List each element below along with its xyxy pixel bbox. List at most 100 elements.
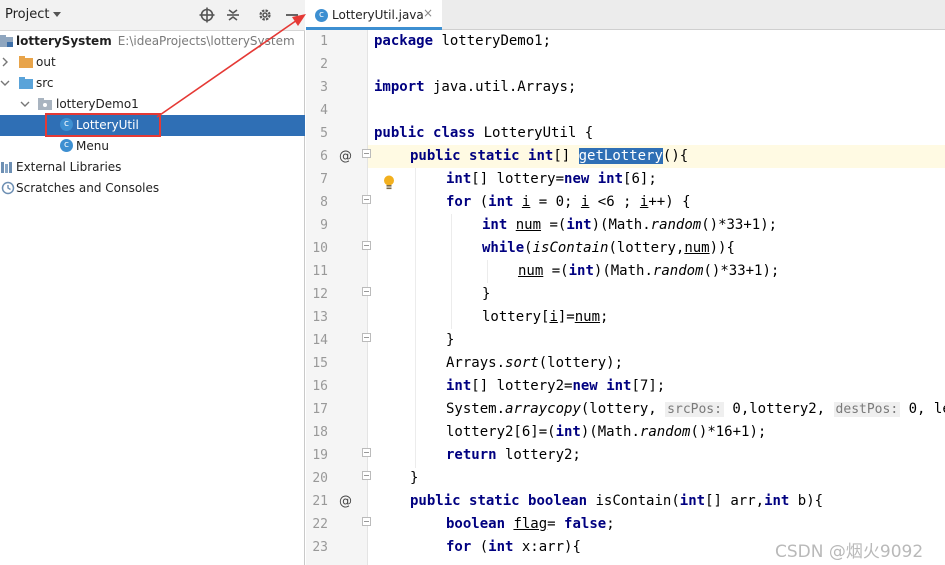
indent-guide (451, 214, 452, 329)
fold-icon[interactable] (362, 195, 371, 204)
line-number: 15 (312, 356, 328, 371)
tree-item-label: lotteryDemo1 (56, 97, 139, 111)
line-number: 21 (312, 494, 328, 509)
line-number: 9 (320, 218, 328, 233)
fold-icon[interactable] (362, 471, 371, 480)
package-icon (38, 98, 52, 110)
fold-icon[interactable] (362, 241, 371, 250)
code-editor: c LotteryUtil.java × 1 2 3 4 5 6 7 8 9 10 11 12 13 14… (306, 0, 945, 565)
override-marker-icon[interactable]: @ (339, 145, 352, 168)
project-header: Project (0, 0, 305, 31)
java-class-icon: c (315, 9, 328, 22)
chevron-down-icon[interactable] (0, 78, 10, 88)
line-number: 22 (312, 517, 328, 532)
code-line-12[interactable]: } (482, 283, 945, 306)
tree-item-label: Scratches and Consoles (16, 181, 160, 195)
code-line-21[interactable]: public static boolean isContain(int[] ar… (410, 490, 945, 513)
tab-label: LotteryUtil.java (332, 8, 424, 22)
line-number: 19 (312, 448, 328, 463)
line-number: 4 (320, 103, 328, 118)
tree-item-menu[interactable]: c Menu (0, 136, 305, 157)
tree-item-label: External Libraries (16, 160, 122, 174)
line-number: 17 (312, 402, 328, 417)
code-line-19[interactable]: return lottery2; (446, 444, 945, 467)
tree-item-lotteryutil[interactable]: c LotteryUtil (0, 115, 305, 136)
scratches-icon (1, 181, 15, 195)
line-number: 11 (312, 264, 328, 279)
line-number: 23 (312, 540, 328, 555)
line-number: 3 (320, 80, 328, 95)
tree-item-label: LotteryUtil (76, 118, 139, 132)
minimize-icon[interactable] (284, 7, 300, 23)
code-line-15[interactable]: Arrays.sort(lottery); (446, 352, 945, 375)
indent-guide (415, 168, 416, 468)
tree-item-label: lotterySystem E:\ideaProjects\lotterySyst… (16, 34, 295, 48)
line-number: 1 (320, 34, 328, 49)
code-line-10[interactable]: while(isContain(lottery,num)){ (482, 237, 945, 260)
code-line-20[interactable]: } (410, 467, 945, 490)
line-number: 14 (312, 333, 328, 348)
tree-item-src[interactable]: src (0, 73, 305, 94)
line-number: 13 (312, 310, 328, 325)
fold-icon[interactable] (362, 517, 371, 526)
close-icon[interactable]: × (423, 6, 433, 20)
gear-icon[interactable] (257, 7, 273, 23)
code-line-14[interactable]: } (446, 329, 945, 352)
crosshair-icon[interactable] (199, 7, 215, 23)
line-number: 10 (312, 241, 328, 256)
line-number: 2 (320, 57, 328, 72)
tree-item-label: Menu (76, 139, 109, 153)
code-line-17[interactable]: System.arraycopy(lottery, srcPos: 0,lott… (446, 398, 945, 421)
fold-icon[interactable] (362, 149, 371, 158)
override-marker-icon[interactable]: @ (339, 490, 352, 513)
java-class-icon: c (60, 118, 73, 131)
folder-icon (19, 56, 33, 68)
code-line-6[interactable]: public static int[] getLottery(){ (410, 145, 945, 168)
code-line-13[interactable]: lottery[i]=num; (482, 306, 945, 329)
line-number: 8 (320, 195, 328, 210)
project-tool-window: Project lotterySystem E:\ideaProjects\lo… (0, 0, 305, 565)
indent-guide (487, 260, 488, 283)
tree-item-label: out (36, 55, 56, 69)
chevron-down-icon[interactable] (20, 99, 30, 109)
chevron-right-icon[interactable] (0, 57, 10, 67)
tree-item-lotterydemo1[interactable]: lotteryDemo1 (0, 94, 305, 115)
tab-lotteryutil-java[interactable]: c LotteryUtil.java × (306, 0, 442, 30)
tree-item-out[interactable]: out (0, 52, 305, 73)
code-line-8[interactable]: for (int i = 0; i <6 ; i++) { (446, 191, 945, 214)
fold-icon[interactable] (362, 448, 371, 457)
project-view-selector[interactable]: Project (5, 7, 49, 22)
fold-icon[interactable] (362, 333, 371, 342)
code-area[interactable]: package lotteryDemo1; import java.util.A… (368, 30, 945, 565)
parameter-hint: destPos: (833, 402, 901, 417)
code-line-5[interactable]: public class LotteryUtil { (374, 122, 945, 145)
collapse-all-icon[interactable] (225, 7, 241, 23)
editor-gutter: 1 2 3 4 5 6 7 8 9 10 11 12 13 14 15 16 17 18 19 20 21 22 23 @ … (306, 30, 394, 565)
parameter-hint: srcPos: (665, 402, 724, 417)
code-line-7[interactable]: int[] lottery=new int[6]; (446, 168, 945, 191)
line-number: 12 (312, 287, 328, 302)
tree-item-external-libraries[interactable]: External Libraries (0, 157, 305, 178)
code-line-16[interactable]: int[] lottery2=new int[7]; (446, 375, 945, 398)
line-number: 16 (312, 379, 328, 394)
watermark: CSDN @烟火9092 (775, 542, 924, 562)
line-number: 20 (312, 471, 328, 486)
line-number: 7 (320, 172, 328, 187)
tree-item-label: src (36, 76, 54, 90)
selected-method-name[interactable]: getLottery (578, 148, 663, 164)
code-line-1[interactable]: package lotteryDemo1; (374, 30, 945, 53)
code-line-3[interactable]: import java.util.Arrays; (374, 76, 945, 99)
code-line-18[interactable]: lottery2[6]=(int)(Math.random()*16+1); (446, 421, 945, 444)
fold-icon[interactable] (362, 287, 371, 296)
tree-item-lotterysystem[interactable]: lotterySystem E:\ideaProjects\lotterySyst… (0, 31, 305, 52)
chevron-down-icon[interactable] (53, 12, 61, 17)
project-path: E:\ideaProjects\lotterySystem (117, 34, 295, 48)
libraries-icon (1, 162, 12, 173)
java-class-icon: c (60, 139, 73, 152)
line-number: 5 (320, 126, 328, 141)
tree-item-scratches[interactable]: Scratches and Consoles (0, 178, 305, 199)
code-line-9[interactable]: int num =(int)(Math.random()*33+1); (482, 214, 945, 237)
code-line-22[interactable]: boolean flag= false; (446, 513, 945, 536)
code-line-11[interactable]: num =(int)(Math.random()*33+1); (518, 260, 945, 283)
source-folder-icon (19, 77, 33, 89)
